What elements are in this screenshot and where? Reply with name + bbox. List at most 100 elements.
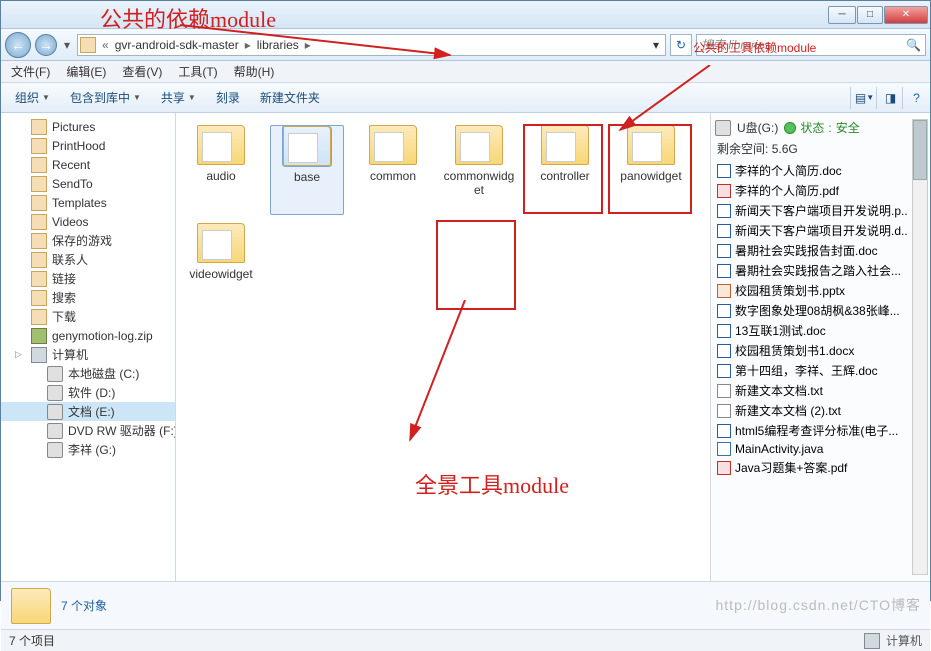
folder-item[interactable]: panowidget xyxy=(614,125,688,215)
folder-label: base xyxy=(294,170,320,184)
refresh-button[interactable]: ↻ xyxy=(670,34,692,56)
maximize-button[interactable]: □ xyxy=(857,6,883,24)
doc-icon xyxy=(717,364,731,378)
breadcrumb-dropdown[interactable]: ▾ xyxy=(649,38,663,52)
status-item-count: 7 个项目 xyxy=(9,632,55,649)
close-button[interactable]: ✕ xyxy=(884,6,928,24)
tree-item[interactable]: 保存的游戏 xyxy=(1,231,175,250)
folder-item[interactable]: commonwidget xyxy=(442,125,516,215)
preview-file-item[interactable]: MainActivity.java xyxy=(715,441,926,457)
menu-edit[interactable]: 编辑(E) xyxy=(60,61,112,82)
tree-item[interactable]: SendTo xyxy=(1,174,175,193)
view-options-button[interactable]: ▤▼ xyxy=(850,87,872,109)
preview-file-item[interactable]: 校园租赁策划书1.docx xyxy=(715,341,926,360)
tree-item[interactable]: genymotion-log.zip xyxy=(1,326,175,345)
folder-icon xyxy=(197,125,245,165)
chevron-right-icon: ▸ xyxy=(303,38,313,52)
scrollbar-thumb[interactable] xyxy=(913,120,927,180)
tree-item[interactable]: DVD RW 驱动器 (F:) xyxy=(1,421,175,440)
preview-file-item[interactable]: 李祥的个人简历.pdf xyxy=(715,181,926,200)
tree-item[interactable]: 本地磁盘 (C:) xyxy=(1,364,175,383)
tree-item-label: 软件 (D:) xyxy=(68,384,115,401)
menu-file[interactable]: 文件(F) xyxy=(5,61,56,82)
preview-pane-button[interactable]: ◨ xyxy=(876,87,898,109)
file-label: 数字图象处理08胡枫&38张峰... xyxy=(735,302,900,319)
preview-file-item[interactable]: 13互联1测试.doc xyxy=(715,321,926,340)
folder-icon xyxy=(369,125,417,165)
doc-icon xyxy=(717,424,731,438)
tree-item[interactable]: Recent xyxy=(1,155,175,174)
burn-button[interactable]: 刻录 xyxy=(208,86,248,109)
folder-label: controller xyxy=(540,169,589,183)
minimize-button[interactable]: ─ xyxy=(828,6,856,24)
breadcrumb[interactable]: « gvr-android-sdk-master ▸ libraries ▸ ▾ xyxy=(77,34,666,56)
preview-file-item[interactable]: 新闻天下客户端项目开发说明.p.. xyxy=(715,201,926,220)
include-in-library-button[interactable]: 包含到库中▼ xyxy=(62,86,149,109)
file-label: 新建文本文档 (2).txt xyxy=(735,402,841,419)
folder-icon xyxy=(455,125,503,165)
folder-icon xyxy=(31,252,47,268)
preview-file-item[interactable]: 第十四组，李祥、王辉.doc xyxy=(715,361,926,380)
preview-file-item[interactable]: 暑期社会实践报告封面.doc xyxy=(715,241,926,260)
preview-file-item[interactable]: 校园租赁策划书.pptx xyxy=(715,281,926,300)
tree-item[interactable]: 下载 xyxy=(1,307,175,326)
folder-label: commonwidget xyxy=(442,169,516,197)
folder-label: panowidget xyxy=(620,169,681,183)
tree-item[interactable]: 联系人 xyxy=(1,250,175,269)
breadcrumb-segment[interactable]: libraries xyxy=(253,38,303,52)
preview-file-item[interactable]: html5编程考查评分标准(电子... xyxy=(715,421,926,440)
help-button[interactable]: ? xyxy=(902,87,924,109)
breadcrumb-segment[interactable]: gvr-android-sdk-master xyxy=(111,38,243,52)
tree-item-label: Templates xyxy=(52,196,107,210)
chevron-right-icon: « xyxy=(100,38,111,52)
tree-item[interactable]: PrintHood xyxy=(1,136,175,155)
folder-icon xyxy=(31,271,47,287)
tree-item-label: 李祥 (G:) xyxy=(68,441,116,458)
share-button[interactable]: 共享▼ xyxy=(153,86,204,109)
folder-icon xyxy=(31,309,47,325)
folder-item[interactable]: controller xyxy=(528,125,602,215)
folder-icon xyxy=(31,138,47,154)
preview-file-item[interactable]: 新闻天下客户端项目开发说明.d.. xyxy=(715,221,926,240)
menu-help[interactable]: 帮助(H) xyxy=(228,61,281,82)
tree-item[interactable]: 搜索 xyxy=(1,288,175,307)
preview-file-item[interactable]: 新建文本文档 (2).txt xyxy=(715,401,926,420)
navigation-tree[interactable]: PicturesPrintHood Recent SendTo Templates Vi… xyxy=(1,113,176,581)
tree-item[interactable]: 链接 xyxy=(1,269,175,288)
tree-item[interactable]: Videos xyxy=(1,212,175,231)
folder-item[interactable]: audio xyxy=(184,125,258,215)
menu-view[interactable]: 查看(V) xyxy=(116,61,168,82)
drive-icon xyxy=(715,120,731,136)
folder-item[interactable]: videowidget xyxy=(184,223,258,313)
new-folder-button[interactable]: 新建文件夹 xyxy=(252,86,328,109)
nav-back-button[interactable]: ← xyxy=(5,32,31,58)
txt-icon xyxy=(717,404,731,418)
tree-item[interactable]: ▷计算机 xyxy=(1,345,175,364)
ppt-icon xyxy=(717,284,731,298)
folder-item[interactable]: base xyxy=(270,125,344,215)
folder-label: common xyxy=(370,169,416,183)
search-placeholder: 搜索 libraries xyxy=(701,36,770,53)
items-view[interactable]: audio base common commonwidget controller pan… xyxy=(176,113,710,581)
tree-item-label: Recent xyxy=(52,158,90,172)
doc-icon xyxy=(717,224,731,238)
preview-file-item[interactable]: 新建文本文档.txt xyxy=(715,381,926,400)
tree-item[interactable]: Templates xyxy=(1,193,175,212)
preview-file-item[interactable]: Java习题集+答案.pdf xyxy=(715,458,926,477)
nav-history-dropdown[interactable]: ▾ xyxy=(61,32,73,58)
search-input[interactable]: 搜索 libraries 🔍 xyxy=(696,34,926,56)
tree-item-label: 搜索 xyxy=(52,289,76,306)
tree-item[interactable]: 李祥 (G:) xyxy=(1,440,175,459)
nav-forward-button[interactable]: → xyxy=(35,34,57,56)
preview-file-item[interactable]: 李祥的个人简历.doc xyxy=(715,161,926,180)
folder-item[interactable]: common xyxy=(356,125,430,215)
preview-file-item[interactable]: 数字图象处理08胡枫&38张峰... xyxy=(715,301,926,320)
tree-item[interactable]: 文档 (E:) xyxy=(1,402,175,421)
menu-tools[interactable]: 工具(T) xyxy=(172,61,223,82)
preview-file-item[interactable]: 暑期社会实践报告之踏入社会... xyxy=(715,261,926,280)
status-computer-label: 计算机 xyxy=(886,632,922,649)
organize-button[interactable]: 组织▼ xyxy=(7,86,58,109)
tree-item[interactable]: 软件 (D:) xyxy=(1,383,175,402)
tree-item[interactable]: Pictures xyxy=(1,117,175,136)
preview-scrollbar[interactable] xyxy=(912,119,928,575)
